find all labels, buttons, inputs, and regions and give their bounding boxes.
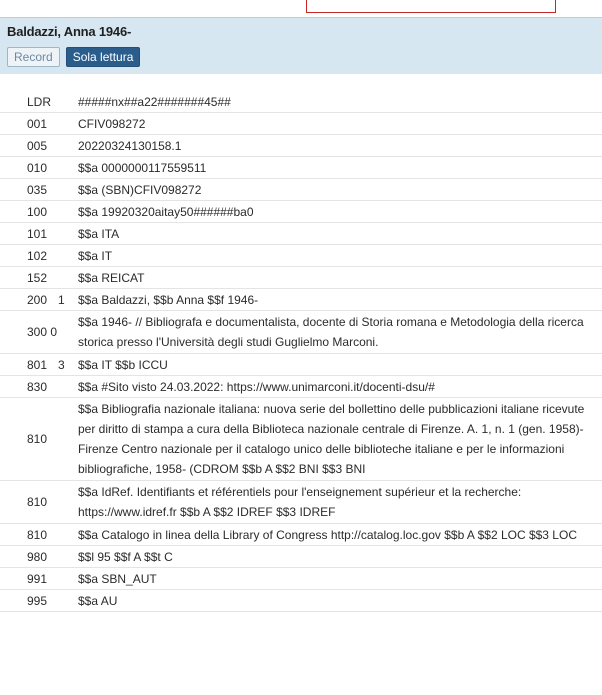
field-value: $$a IT xyxy=(78,248,113,263)
field-indicator xyxy=(58,223,78,245)
table-row: 101 $$a ITA xyxy=(0,223,602,245)
field-value: $$a Bibliografia nazionale italiana: nuo… xyxy=(78,402,585,476)
field-indicator xyxy=(58,398,78,481)
page: Baldazzi, Anna 1946- Record Sola lettura… xyxy=(0,0,602,695)
field-indicator xyxy=(58,179,78,201)
field-value: $$a SBN_AUT xyxy=(78,571,157,586)
field-indicator xyxy=(58,157,78,179)
field-indicator xyxy=(58,546,78,568)
table-row: 005 20220324130158.1 xyxy=(0,135,602,157)
field-tag: LDR xyxy=(27,94,52,109)
table-row: 300 0 $$a 1946- // Bibliografa e documen… xyxy=(0,311,602,354)
table-row: 102 $$a IT xyxy=(0,245,602,267)
table-row: 810 $$a Catalogo in linea della Library … xyxy=(0,524,602,546)
table-row: 810 $$a IdRef. Identifiants et référenti… xyxy=(0,481,602,524)
record-header: Baldazzi, Anna 1946- Record Sola lettura xyxy=(0,17,602,74)
field-value: $$a 1946- // Bibliografa e documentalist… xyxy=(78,315,584,349)
table-row: 152 $$a REICAT xyxy=(0,267,602,289)
field-tag: 995 xyxy=(27,593,48,608)
field-tag: 810 xyxy=(27,495,48,509)
table-row: 991 $$a SBN_AUT xyxy=(0,568,602,590)
field-value: $$l 95 $$f A $$t C xyxy=(78,549,173,564)
marc-table-wrap: LDR #####nx##a22#######45## 001 CFIV0982… xyxy=(0,74,602,612)
field-tag: 810 xyxy=(27,527,48,542)
table-row: 801 3 $$a IT $$b ICCU xyxy=(0,354,602,376)
field-indicator xyxy=(58,267,78,289)
marc-record-table: LDR #####nx##a22#######45## 001 CFIV0982… xyxy=(0,91,602,612)
table-row: 995 $$a AU xyxy=(0,590,602,612)
table-row: LDR #####nx##a22#######45## xyxy=(0,91,602,113)
field-tag: 991 xyxy=(27,571,48,586)
table-row: 010 $$a 0000000117559511 xyxy=(0,157,602,179)
button-row: Record Sola lettura xyxy=(7,47,595,67)
field-value: $$a REICAT xyxy=(78,270,145,285)
field-tag: 010 xyxy=(27,160,48,175)
table-row: 810 $$a Bibliografia nazionale italiana:… xyxy=(0,398,602,481)
field-indicator xyxy=(58,245,78,267)
field-indicator xyxy=(58,113,78,135)
field-tag: 001 xyxy=(27,116,48,131)
field-value: $$a AU xyxy=(78,593,118,608)
field-indicator: 3 xyxy=(58,357,65,372)
field-tag: 300 0 xyxy=(27,325,58,339)
field-value: $$a ITA xyxy=(78,226,120,241)
field-value: $$a 0000000117559511 xyxy=(78,160,207,175)
table-row: 100 $$a 19920320aitay50######ba0 xyxy=(0,201,602,223)
field-tag: 102 xyxy=(27,248,48,263)
field-value: $$a 19920320aitay50######ba0 xyxy=(78,204,254,219)
field-indicator xyxy=(58,590,78,612)
field-value: $$a IdRef. Identifiants et référentiels … xyxy=(78,485,522,519)
page-title: Baldazzi, Anna 1946- xyxy=(7,24,132,39)
field-indicator xyxy=(58,311,78,354)
field-indicator xyxy=(58,201,78,223)
field-value: $$a #Sito visto 24.03.2022: https://www.… xyxy=(78,379,435,394)
table-row: 830 $$a #Sito visto 24.03.2022: https://… xyxy=(0,376,602,398)
field-tag: 035 xyxy=(27,182,48,197)
field-tag: 801 xyxy=(27,357,48,372)
field-indicator: 1 xyxy=(58,292,65,307)
field-value: $$a Catalogo in linea della Library of C… xyxy=(78,527,577,542)
field-indicator xyxy=(58,568,78,590)
table-row: 001 CFIV098272 xyxy=(0,113,602,135)
top-strip xyxy=(0,0,602,17)
field-value: $$a (SBN)CFIV098272 xyxy=(78,182,202,197)
table-row: 980 $$l 95 $$f A $$t C xyxy=(0,546,602,568)
field-tag: 100 xyxy=(27,204,48,219)
field-tag: 200 xyxy=(27,292,48,307)
field-tag: 005 xyxy=(27,138,48,153)
field-tag: 830 xyxy=(27,379,48,394)
field-tag: 152 xyxy=(27,270,48,285)
read-only-button[interactable]: Sola lettura xyxy=(65,47,141,67)
table-row: 200 1 $$a Baldazzi, $$b Anna $$f 1946- xyxy=(0,289,602,311)
record-button[interactable]: Record xyxy=(7,47,60,67)
highlight-box xyxy=(306,0,556,13)
field-indicator xyxy=(58,91,78,113)
field-tag: 980 xyxy=(27,549,48,564)
field-indicator xyxy=(58,135,78,157)
field-value: CFIV098272 xyxy=(78,116,146,131)
field-value: $$a Baldazzi, $$b Anna $$f 1946- xyxy=(78,292,259,307)
field-indicator xyxy=(58,481,78,524)
field-value: $$a IT $$b ICCU xyxy=(78,357,168,372)
field-value: 20220324130158.1 xyxy=(78,138,182,153)
field-value: #####nx##a22#######45## xyxy=(78,94,231,109)
field-tag: 810 xyxy=(27,432,48,446)
table-row: 035 $$a (SBN)CFIV098272 xyxy=(0,179,602,201)
field-indicator xyxy=(58,524,78,546)
field-tag: 101 xyxy=(27,226,48,241)
field-indicator xyxy=(58,376,78,398)
